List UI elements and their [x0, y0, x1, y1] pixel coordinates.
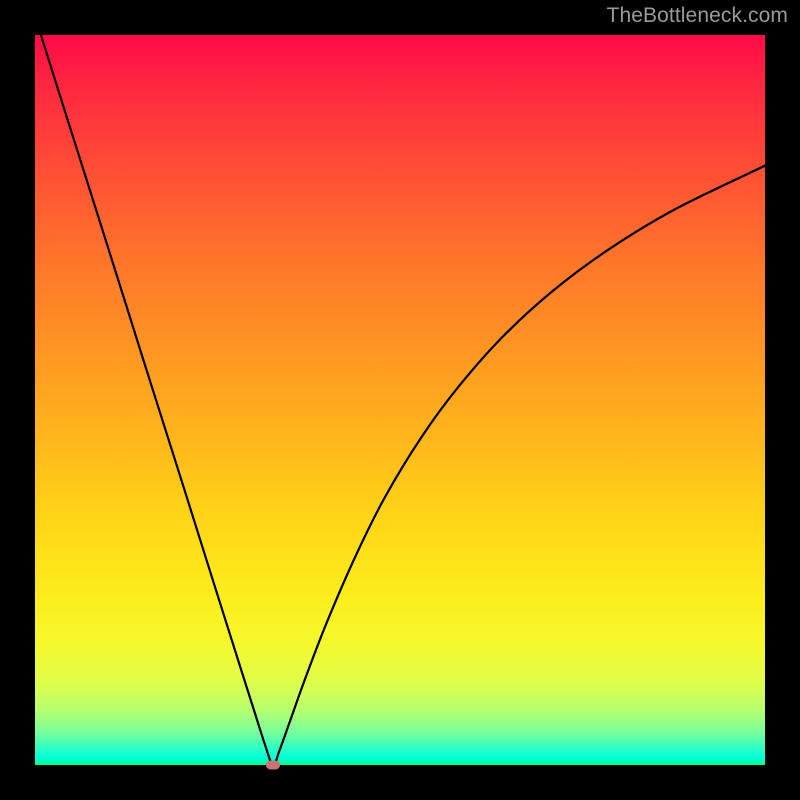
bottleneck-curve [35, 35, 765, 765]
chart-frame: TheBottleneck.com [0, 0, 800, 800]
plot-area [35, 35, 765, 765]
watermark-text: TheBottleneck.com [607, 4, 788, 28]
minimum-marker [266, 761, 280, 770]
